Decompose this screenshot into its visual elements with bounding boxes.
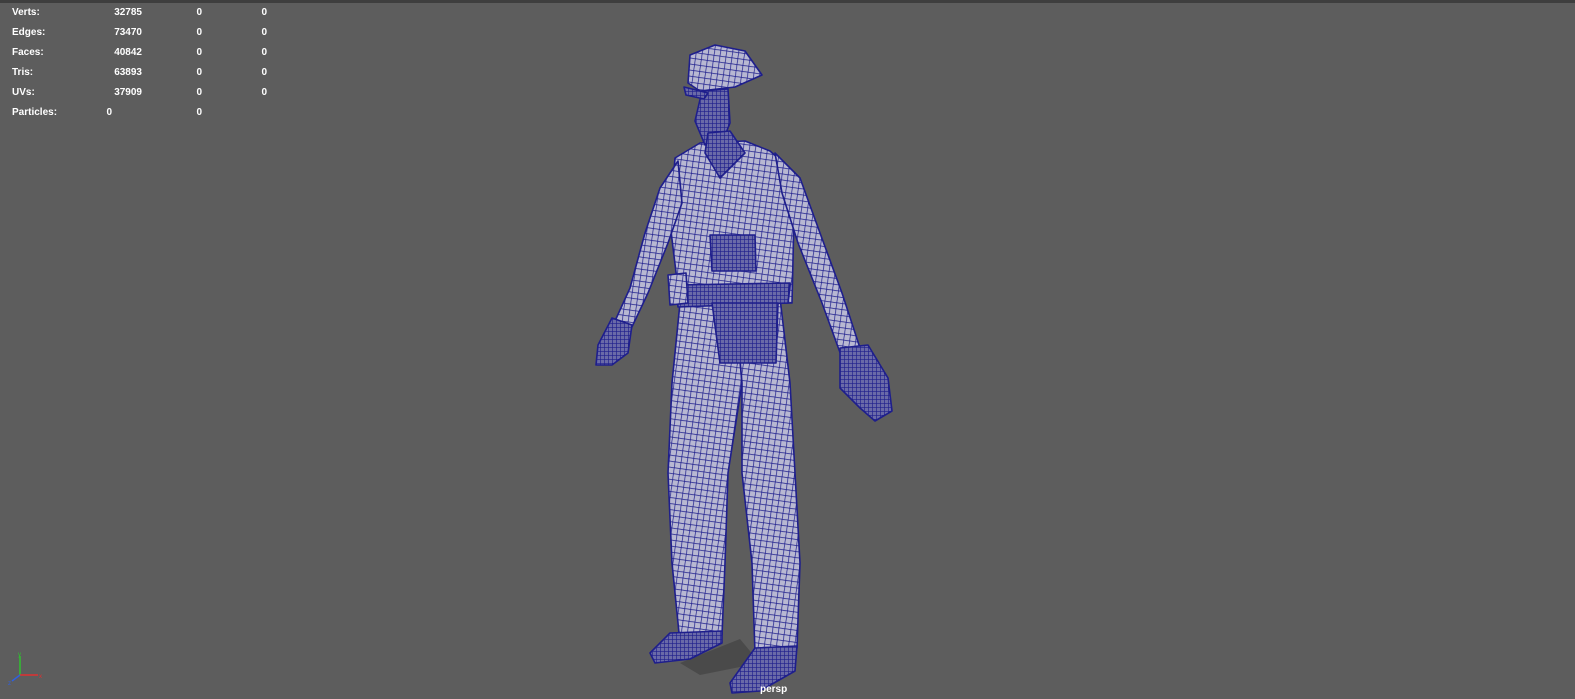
mesh-left-arm	[595, 160, 683, 366]
camera-name-label: persp	[760, 684, 788, 695]
svg-text:x: x	[39, 674, 42, 680]
viewport-persp[interactable]: Verts: 32785 0 0 Edges: 73470 0 0 Faces:…	[0, 0, 1575, 699]
svg-text:y: y	[18, 652, 21, 658]
axis-orientation-gizmo: y x z	[8, 652, 42, 685]
z-axis-line	[11, 674, 21, 682]
wireframe-character-model[interactable]	[0, 3, 1575, 699]
svg-text:z: z	[8, 681, 11, 685]
